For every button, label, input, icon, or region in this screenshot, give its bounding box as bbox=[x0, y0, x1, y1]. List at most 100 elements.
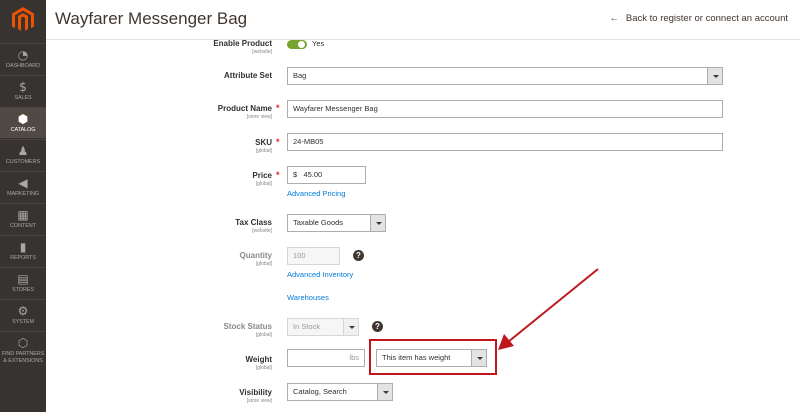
stock-status-select[interactable]: In Stock bbox=[287, 318, 359, 336]
scope-label: [store view] bbox=[246, 114, 272, 120]
field-label: Visibility bbox=[239, 388, 272, 397]
advanced-inventory-link[interactable]: Advanced Inventory bbox=[287, 270, 353, 279]
required-asterisk: * bbox=[276, 137, 280, 147]
warehouses-link[interactable]: Warehouses bbox=[287, 293, 329, 302]
content-grid-icon: ▦ bbox=[17, 208, 29, 222]
attribute-set-value: Bag bbox=[293, 71, 307, 80]
field-label: Enable Product bbox=[213, 39, 272, 48]
gear-icon: ⚙ bbox=[17, 304, 29, 318]
sidebar-item-label: DASHBOARD bbox=[6, 63, 40, 69]
store-icon: ▤ bbox=[17, 272, 29, 286]
sidebar-item-reports[interactable]: ▮ REPORTS bbox=[0, 235, 46, 266]
scope-label: [global] bbox=[255, 261, 272, 267]
sidebar-item-label: CATALOG bbox=[10, 127, 36, 133]
megaphone-icon: ◀ bbox=[18, 176, 28, 190]
scope-label: [global] bbox=[255, 148, 272, 154]
chevron-down-icon bbox=[377, 384, 392, 400]
weight-unit: lbs bbox=[349, 353, 359, 362]
price-input[interactable]: $ 45.00 bbox=[287, 166, 366, 184]
sku-input[interactable]: 24-MB05 bbox=[287, 133, 723, 151]
price-value: 45.00 bbox=[303, 170, 323, 179]
enable-product-label: Enable Product [website] bbox=[213, 39, 272, 55]
tax-class-label: Tax Class [website] bbox=[235, 218, 272, 234]
sidebar-item-catalog[interactable]: ⬢ CATALOG bbox=[0, 107, 46, 138]
scope-label: [store view] bbox=[246, 398, 272, 404]
scope-label: [website] bbox=[252, 228, 272, 234]
weight-label: Weight [global] bbox=[245, 355, 272, 371]
bar-chart-icon: ▮ bbox=[19, 240, 27, 254]
product-name-value: Wayfarer Messenger Bag bbox=[293, 104, 378, 113]
sidebar-item-label: CONTENT bbox=[10, 223, 36, 229]
stock-status-label: Stock Status [global] bbox=[224, 322, 272, 338]
field-label: Stock Status bbox=[223, 322, 272, 331]
sidebar-item-stores[interactable]: ▤ STORES bbox=[0, 267, 46, 298]
back-link-label: Back to register or connect an account bbox=[625, 13, 788, 24]
annotation-highlight-box bbox=[369, 339, 497, 375]
sidebar-item-system[interactable]: ⚙ SYSTEM bbox=[0, 299, 46, 330]
quantity-label: Quantity [global] bbox=[240, 251, 272, 267]
sku-label: SKU [global] bbox=[255, 138, 272, 154]
sidebar-item-label: SYSTEM bbox=[11, 319, 34, 325]
sidebar-item-label: STORES bbox=[12, 287, 34, 293]
dashboard-icon: ◔ bbox=[17, 48, 29, 62]
stock-status-value: In Stock bbox=[293, 322, 321, 331]
annotation-arrow-icon bbox=[498, 268, 599, 350]
scope-label: [global] bbox=[255, 181, 272, 187]
field-label: Tax Class bbox=[235, 218, 272, 227]
toggle-knob bbox=[297, 40, 306, 49]
sidebar-item-extensions[interactable]: ⬡ FIND PARTNERS & EXTENSIONS bbox=[0, 331, 46, 371]
arrow-left-icon: ← bbox=[609, 13, 619, 24]
enable-product-toggle[interactable] bbox=[287, 40, 307, 49]
scope-label: [website] bbox=[252, 49, 272, 55]
help-icon[interactable]: ? bbox=[372, 321, 383, 332]
product-name-label: Product Name [store view] bbox=[218, 104, 272, 120]
catalog-box-icon: ⬢ bbox=[17, 112, 29, 126]
sku-value: 24-MB05 bbox=[293, 137, 324, 146]
attribute-set-select[interactable]: Bag bbox=[287, 67, 723, 85]
price-label: Price [global] bbox=[252, 171, 272, 187]
weight-input[interactable]: lbs bbox=[287, 349, 365, 367]
required-asterisk: * bbox=[276, 103, 280, 113]
sidebar-item-dashboard[interactable]: ◔ DASHBOARD bbox=[0, 43, 46, 74]
scope-label: [global] bbox=[255, 365, 272, 371]
quantity-value: 100 bbox=[293, 251, 306, 260]
quantity-input[interactable]: 100 bbox=[287, 247, 340, 265]
sidebar-item-customers[interactable]: ♟ CUSTOMERS bbox=[0, 139, 46, 170]
scope-label: [global] bbox=[255, 332, 272, 338]
field-label: Attribute Set bbox=[224, 71, 272, 80]
sidebar-item-sales[interactable]: $ SALES bbox=[0, 75, 46, 106]
back-link[interactable]: ← Back to register or connect an account bbox=[609, 13, 788, 24]
enable-product-value: Yes bbox=[312, 39, 325, 48]
sidebar-item-label: MARKETING bbox=[7, 191, 39, 197]
product-name-input[interactable]: Wayfarer Messenger Bag bbox=[287, 100, 723, 118]
admin-sidebar: ◔ DASHBOARD $ SALES ⬢ CATALOG ♟ CUSTOMER… bbox=[0, 0, 46, 412]
chevron-down-icon bbox=[707, 68, 722, 84]
chevron-down-icon bbox=[370, 215, 385, 231]
field-label: Weight bbox=[245, 355, 272, 364]
sidebar-item-label: REPORTS bbox=[10, 255, 36, 261]
sidebar-item-content[interactable]: ▦ CONTENT bbox=[0, 203, 46, 234]
help-icon[interactable]: ? bbox=[353, 250, 364, 261]
advanced-pricing-link[interactable]: Advanced Pricing bbox=[287, 189, 345, 198]
visibility-select[interactable]: Catalog, Search bbox=[287, 383, 393, 401]
visibility-label: Visibility [store view] bbox=[239, 388, 272, 404]
page-header: Wayfarer Messenger Bag ← Back to register… bbox=[46, 0, 800, 40]
field-label: Product Name bbox=[217, 104, 272, 113]
sidebar-item-marketing[interactable]: ◀ MARKETING bbox=[0, 171, 46, 202]
person-icon: ♟ bbox=[17, 144, 29, 158]
tax-class-select[interactable]: Taxable Goods bbox=[287, 214, 386, 232]
sidebar-item-label: FIND PARTNERS & EXTENSIONS bbox=[1, 351, 45, 364]
field-label: SKU bbox=[255, 138, 272, 147]
required-asterisk: * bbox=[276, 170, 280, 180]
dollar-icon: $ bbox=[19, 80, 27, 94]
sidebar-item-label: SALES bbox=[14, 95, 32, 101]
visibility-value: Catalog, Search bbox=[293, 387, 347, 396]
field-label: Price bbox=[252, 171, 272, 180]
field-label: Quantity bbox=[239, 251, 272, 260]
extensions-icon: ⬡ bbox=[17, 336, 29, 350]
tax-class-value: Taxable Goods bbox=[293, 218, 344, 227]
attribute-set-label: Attribute Set bbox=[224, 71, 272, 81]
page-title: Wayfarer Messenger Bag bbox=[55, 9, 248, 28]
sidebar-item-label: CUSTOMERS bbox=[5, 159, 41, 165]
magento-logo[interactable] bbox=[11, 7, 35, 33]
